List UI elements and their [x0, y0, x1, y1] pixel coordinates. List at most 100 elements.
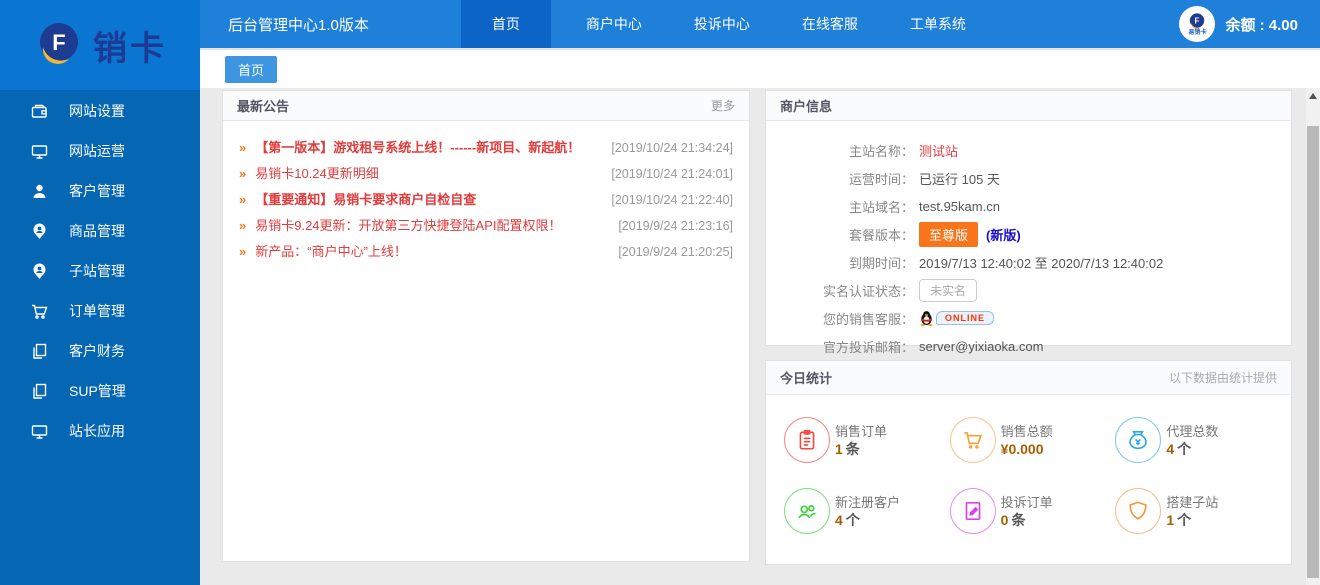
sidebar-item-sup-mgmt[interactable]: SUP管理 — [0, 371, 200, 411]
today-stats-title: 今日统计 — [780, 368, 832, 387]
sidebar-item-customer-mgmt[interactable]: 客户管理 — [0, 171, 200, 211]
today-stats-header: 今日统计 以下数据由统计提供 — [766, 361, 1291, 395]
merchant-info-title: 商户信息 — [780, 96, 832, 115]
sidebar-item-site-settings[interactable]: 网站设置 — [0, 91, 200, 131]
merchant-row-expire: 到期时间： 2019/7/13 12:40:02 至 2020/7/13 12:… — [766, 248, 1291, 276]
sidebar-item-label: 站长应用 — [69, 421, 125, 441]
realname-status-badge[interactable]: 未实名 — [919, 279, 977, 302]
sidebar-item-customer-finance[interactable]: 客户财务 — [0, 331, 200, 371]
user-pin-icon — [30, 222, 49, 241]
stats-source-note: 以下数据由统计提供 — [1169, 369, 1277, 386]
sidebar-item-label: SUP管理 — [69, 381, 126, 401]
merchant-info-panel: 商户信息 主站名称： 测试站 运营时间： 已运行 105 天 主站域名： tes… — [765, 90, 1292, 346]
sidebar-item-order-mgmt[interactable]: 订单管理 — [0, 291, 200, 331]
monitor-icon — [30, 422, 49, 441]
qq-online-label: ONLINE — [936, 311, 994, 325]
announcement-row[interactable]: » 新产品：“商户中心”上线！ [2019/9/24 21:20:25] — [239, 239, 733, 265]
latest-announcements-panel: 最新公告 更多 » 【第一版本】游戏租号系统上线！------新项目、新起航！ … — [222, 90, 750, 562]
double-arrow-icon: » — [239, 213, 246, 239]
qq-online-badge[interactable]: ONLINE — [919, 310, 994, 326]
merchant-info-rows: 主站名称： 测试站 运营时间： 已运行 105 天 主站域名： test.95k… — [766, 121, 1291, 360]
merchant-row-realname: 实名认证状态： 未实名 — [766, 276, 1291, 304]
vertical-scrollbar[interactable] — [1306, 88, 1320, 585]
package-badge: 至尊版 — [919, 222, 978, 247]
balance-text: 余额 : 4.00 — [1225, 14, 1298, 35]
avatar[interactable]: F 易销卡 — [1179, 6, 1215, 42]
document-edit-icon — [950, 488, 996, 534]
double-arrow-icon: » — [239, 135, 246, 161]
cart-icon — [950, 417, 996, 463]
announcement-row[interactable]: » 【重要通知】易销卡要求商户自检自查 [2019/10/24 21:22:40… — [239, 187, 733, 213]
sidebar-item-label: 网站运营 — [69, 141, 125, 161]
breadcrumb-home-tag[interactable]: 首页 — [225, 56, 277, 83]
clipboard-icon — [784, 417, 830, 463]
sidebar-item-label: 客户财务 — [69, 341, 125, 361]
nav-item-ticket-system[interactable]: 工单系统 — [893, 0, 983, 48]
money-bag-icon — [1115, 417, 1161, 463]
merchant-row-service: 您的销售客服： ONLINE — [766, 304, 1291, 332]
monitor-icon — [30, 142, 49, 161]
logo-text: 销卡 — [93, 21, 167, 70]
sidebar-item-product-mgmt[interactable]: 商品管理 — [0, 211, 200, 251]
announcements-header: 最新公告 更多 — [223, 91, 749, 121]
app-logo[interactable]: F 销卡 — [0, 0, 200, 90]
nav-item-home[interactable]: 首页 — [461, 0, 551, 48]
user-icon — [30, 182, 49, 201]
sidebar-item-label: 网站设置 — [69, 101, 125, 121]
sidebar-item-site-operation[interactable]: 网站运营 — [0, 131, 200, 171]
announcements-title: 最新公告 — [237, 96, 289, 115]
sidebar-menu: 网站设置 网站运营 客户管理 商品管理 子站管理 — [0, 91, 200, 451]
top-navbar: 后台管理中心1.0版本 首页 商户中心 投诉中心 在线客服 工单系统 F 易销卡… — [200, 0, 1320, 48]
page-title: 后台管理中心1.0版本 — [228, 14, 369, 35]
svg-text:F: F — [52, 30, 65, 55]
scroll-up-arrow-icon[interactable] — [1306, 88, 1320, 103]
cart-icon — [30, 302, 49, 321]
run-time-value: 已运行 105 天 — [919, 169, 1000, 188]
wallet-icon — [30, 102, 49, 121]
domain-value: test.95kam.cn — [919, 199, 1000, 214]
nav-items: 首页 商户中心 投诉中心 在线客服 工单系统 — [461, 0, 1001, 48]
scrollbar-thumb[interactable] — [1307, 126, 1319, 578]
double-arrow-icon: » — [239, 187, 246, 213]
merchant-row-package: 套餐版本： 至尊版 (新版) — [766, 220, 1291, 248]
announcements-list: » 【第一版本】游戏租号系统上线！------新项目、新起航！ [2019/10… — [223, 121, 749, 265]
site-name-value: 测试站 — [919, 141, 958, 160]
logo-icon: F — [33, 17, 85, 74]
merchant-row-domain: 主站域名： test.95kam.cn — [766, 192, 1291, 220]
announcement-row[interactable]: » 【第一版本】游戏租号系统上线！------新项目、新起航！ [2019/10… — [239, 135, 733, 161]
merchant-row-site-name: 主站名称： 测试站 — [766, 136, 1291, 164]
stat-substations-built: 搭建子站 1个 — [1115, 488, 1281, 534]
complaint-email-value: server@yixiaoka.com — [919, 339, 1043, 354]
sidebar-item-webmaster-apps[interactable]: 站长应用 — [0, 411, 200, 451]
announcement-row[interactable]: » 易销卡10.24更新明细 [2019/10/24 21:24:01] — [239, 161, 733, 187]
double-arrow-icon: » — [239, 239, 246, 265]
people-icon — [784, 488, 830, 534]
today-stats-panel: 今日统计 以下数据由统计提供 销售订单 1条 销售总额 ¥0.000 — [765, 360, 1292, 565]
svg-text:F: F — [1195, 17, 1200, 26]
user-pin-icon — [30, 262, 49, 281]
copy-icon — [30, 342, 49, 361]
sidebar-item-substation-mgmt[interactable]: 子站管理 — [0, 251, 200, 291]
new-version-link[interactable]: (新版) — [986, 225, 1021, 244]
breadcrumb: 首页 — [200, 48, 1320, 88]
shield-icon — [1115, 488, 1161, 534]
merchant-info-header: 商户信息 — [766, 91, 1291, 121]
nav-item-online-service[interactable]: 在线客服 — [785, 0, 875, 48]
stat-new-customers: 新注册客户 4个 — [784, 488, 950, 534]
sidebar-item-label: 子站管理 — [69, 261, 125, 281]
qq-penguin-icon — [919, 310, 934, 326]
nav-item-merchant-center[interactable]: 商户中心 — [569, 0, 659, 48]
stat-sales-total: 销售总额 ¥0.000 — [950, 417, 1116, 463]
sidebar-item-label: 订单管理 — [69, 301, 125, 321]
merchant-row-run-time: 运营时间： 已运行 105 天 — [766, 164, 1291, 192]
nav-right-group: F 易销卡 余额 : 4.00 — [1179, 6, 1298, 42]
stat-agent-total: 代理总数 4个 — [1115, 417, 1281, 463]
announcement-row[interactable]: » 易销卡9.24更新：开放第三方快捷登陆API配置权限！ [2019/9/24… — [239, 213, 733, 239]
nav-item-complaint-center[interactable]: 投诉中心 — [677, 0, 767, 48]
expire-value: 2019/7/13 12:40:02 至 2020/7/13 12:40:02 — [919, 253, 1163, 272]
stats-grid: 销售订单 1条 销售总额 ¥0.000 代理总数 4个 — [766, 395, 1291, 534]
stat-sales-orders: 销售订单 1条 — [784, 417, 950, 463]
sidebar-item-label: 商品管理 — [69, 221, 125, 241]
more-link[interactable]: 更多 — [711, 97, 735, 114]
copy-icon — [30, 382, 49, 401]
